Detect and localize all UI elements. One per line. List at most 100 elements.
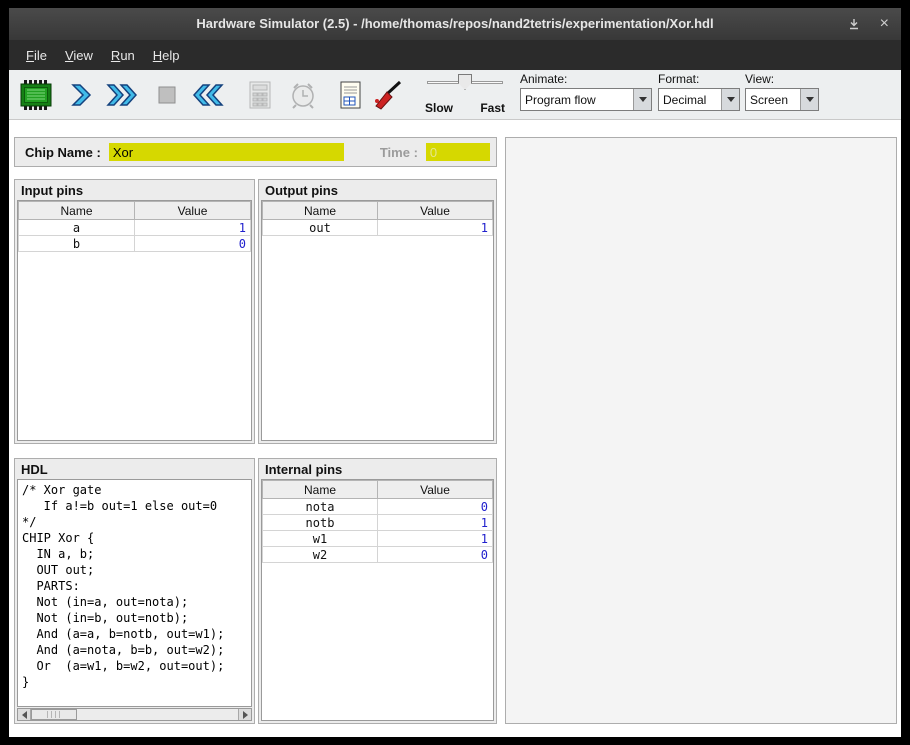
view-dropdown-button[interactable]: [800, 89, 818, 110]
pin-name: w1: [263, 531, 378, 547]
hdl-code-text: /* Xor gate If a!=b out=1 else out=0 */ …: [18, 480, 251, 692]
triangle-left-icon: [22, 711, 27, 719]
menu-view[interactable]: View: [56, 43, 102, 68]
pin-value: 0: [378, 499, 493, 515]
table-row: w2 0: [263, 547, 493, 563]
pin-value: 1: [378, 531, 493, 547]
slider-slow-label: Slow: [425, 101, 453, 115]
view-select[interactable]: Screen: [745, 88, 819, 111]
single-step-button[interactable]: [61, 75, 101, 115]
col-header-value: Value: [378, 202, 493, 220]
table-row: notb 1: [263, 515, 493, 531]
chevron-down-icon: [806, 97, 814, 102]
internal-pins-panel: Internal pins Name Value nota 0: [258, 458, 497, 724]
screen-view-panel: [505, 137, 897, 724]
format-label: Format:: [658, 72, 740, 86]
close-icon: ×: [880, 16, 889, 32]
script-button[interactable]: [330, 75, 370, 115]
fast-forward-icon: [106, 82, 138, 108]
chip-icon: [20, 79, 54, 111]
calculator-icon: [247, 80, 273, 110]
app-window: Hardware Simulator (2.5) - /home/thomas/…: [9, 8, 901, 737]
stop-button[interactable]: [147, 75, 187, 115]
hdl-code-view[interactable]: /* Xor gate If a!=b out=1 else out=0 */ …: [17, 479, 252, 707]
minimize-icon: [848, 18, 860, 30]
pin-name: out: [263, 220, 378, 236]
breakpoints-button[interactable]: [367, 75, 407, 115]
format-select[interactable]: Decimal: [658, 88, 740, 111]
output-pins-panel: Output pins Name Value out 1: [258, 179, 497, 444]
internal-pins-table: Name Value nota 0 notb 1: [261, 479, 494, 721]
triangle-right-icon: [243, 711, 248, 719]
menubar: File View Run Help: [9, 40, 901, 70]
clock-icon: [289, 80, 317, 110]
scroll-right-button[interactable]: [238, 709, 251, 720]
format-selected-value: Decimal: [659, 89, 721, 110]
chevron-down-icon: [727, 97, 735, 102]
animate-select[interactable]: Program flow: [520, 88, 652, 111]
window-title: Hardware Simulator (2.5) - /home/thomas/…: [9, 8, 901, 40]
input-pins-panel: Input pins Name Value a 1: [14, 179, 255, 444]
run-button[interactable]: [102, 75, 142, 115]
time-label: Time :: [380, 145, 418, 160]
scrollbar-thumb[interactable]: [31, 709, 77, 720]
load-chip-button[interactable]: [17, 75, 57, 115]
pin-name: notb: [263, 515, 378, 531]
pin-value[interactable]: 0: [135, 236, 251, 252]
window-controls: ×: [848, 8, 889, 40]
main-content: Chip Name : Time : Input pins Name Value: [9, 121, 901, 737]
table-row: out 1: [263, 220, 493, 236]
hdl-title: HDL: [15, 459, 254, 479]
pin-name: w2: [263, 547, 378, 563]
chevron-down-icon: [639, 97, 647, 102]
clock-button[interactable]: [283, 75, 323, 115]
internal-pins-title: Internal pins: [259, 459, 496, 479]
animate-dropdown-button[interactable]: [633, 89, 651, 110]
menu-help[interactable]: Help: [144, 43, 189, 68]
animate-label: Animate:: [520, 72, 652, 86]
reset-button[interactable]: [188, 75, 228, 115]
animate-group: Animate: Program flow: [520, 72, 652, 111]
slider-labels: Slow Fast: [425, 101, 505, 115]
pin-value: 0: [378, 547, 493, 563]
animate-selected-value: Program flow: [521, 89, 633, 110]
titlebar[interactable]: Hardware Simulator (2.5) - /home/thomas/…: [9, 8, 901, 40]
document-icon: [337, 80, 363, 110]
pin-value[interactable]: 1: [135, 220, 251, 236]
input-pins-title: Input pins: [15, 180, 254, 200]
pin-name: a: [19, 220, 135, 236]
close-button[interactable]: ×: [880, 16, 889, 32]
chip-name-bar: Chip Name : Time :: [14, 137, 497, 167]
view-label: View:: [745, 72, 819, 86]
col-header-name: Name: [263, 202, 378, 220]
pin-name: b: [19, 236, 135, 252]
col-header-value: Value: [135, 202, 251, 220]
menu-file[interactable]: File: [17, 43, 56, 68]
calculator-button[interactable]: [240, 75, 280, 115]
pin-value: 1: [378, 220, 493, 236]
slider-fast-label: Fast: [480, 101, 505, 115]
menu-run[interactable]: Run: [102, 43, 144, 68]
col-header-name: Name: [19, 202, 135, 220]
col-header-name: Name: [263, 481, 378, 499]
format-dropdown-button[interactable]: [721, 89, 739, 110]
minimize-button[interactable]: [848, 18, 860, 30]
pin-name: nota: [263, 499, 378, 515]
table-row: w1 1: [263, 531, 493, 547]
slider-handle[interactable]: [458, 74, 472, 90]
brush-icon: [372, 80, 402, 110]
pin-value: 1: [378, 515, 493, 531]
stop-square-icon: [158, 86, 176, 104]
table-row: a 1: [19, 220, 251, 236]
rewind-icon: [192, 82, 224, 108]
chip-name-field[interactable]: [109, 143, 344, 161]
hdl-panel: HDL /* Xor gate If a!=b out=1 else out=0…: [14, 458, 255, 724]
hdl-horizontal-scrollbar[interactable]: [17, 708, 252, 721]
col-header-value: Value: [378, 481, 493, 499]
time-field[interactable]: [426, 143, 490, 161]
speed-slider[interactable]: Slow Fast: [425, 72, 505, 118]
scroll-left-button[interactable]: [18, 709, 31, 720]
view-selected-value: Screen: [746, 89, 800, 110]
format-group: Format: Decimal: [658, 72, 740, 111]
toolbar: Slow Fast Animate: Program flow Format: …: [9, 70, 901, 120]
